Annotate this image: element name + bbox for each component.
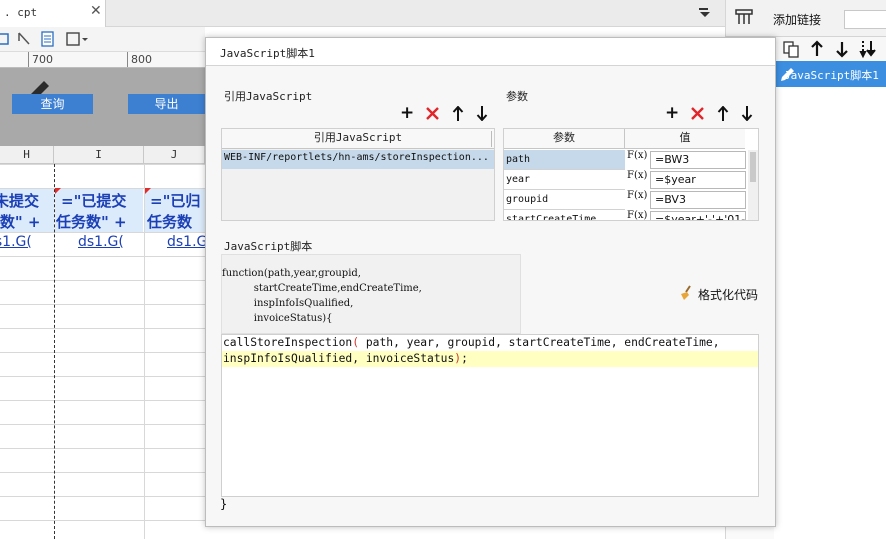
- param-move-down-button[interactable]: [741, 106, 753, 124]
- param-name-path[interactable]: path: [504, 150, 625, 170]
- params-header-value: 值: [625, 129, 745, 149]
- form-icon[interactable]: [40, 31, 56, 47]
- param-value-path[interactable]: =BW3: [650, 151, 746, 169]
- tab-menu-icon[interactable]: [698, 6, 712, 23]
- query-button[interactable]: 查询: [12, 94, 93, 114]
- ref-move-up-button[interactable]: [452, 105, 464, 124]
- cell-i-row2[interactable]: 任务数" +: [56, 211, 127, 232]
- formula-icon[interactable]: F(x): [627, 210, 647, 220]
- cell-i-row3[interactable]: ds1.G(: [78, 234, 124, 250]
- ruler-label: 800: [131, 53, 152, 66]
- hyperlink-panel-title: 添加链接: [773, 13, 822, 27]
- file-tab-label: . cpt: [4, 6, 38, 19]
- close-icon[interactable]: ✕: [90, 3, 102, 19]
- column-header-h[interactable]: H: [0, 146, 54, 164]
- broom-icon: [681, 285, 691, 300]
- file-tab[interactable]: . cpt ✕: [0, 0, 106, 27]
- arrow-up-icon[interactable]: [809, 40, 825, 61]
- script-section-label: JavaScript脚本: [224, 240, 313, 253]
- designer-window: . cpt ✕ 700 800 查询 导出 H I J 未提交 ="已提交 ="…: [0, 0, 886, 539]
- pointer-icon[interactable]: [16, 31, 32, 47]
- ref-js-section-label: 引用JavaScript: [224, 90, 313, 103]
- params-header-name: 参数: [504, 129, 625, 149]
- ref-delete-button[interactable]: [425, 106, 440, 124]
- edit-icon[interactable]: [779, 65, 797, 86]
- parameter-widget-bar: 查询 导出: [0, 68, 205, 146]
- formula-icon[interactable]: F(x): [627, 170, 647, 181]
- ref-js-table-header: 引用JavaScript: [222, 129, 494, 149]
- tab-strip: . cpt ✕: [0, 0, 725, 27]
- param-value-year[interactable]: =$year: [650, 171, 746, 189]
- param-name-startcreatetime[interactable]: startCreateTime: [504, 210, 625, 220]
- function-signature: function(path,year,groupid, startCreateT…: [222, 268, 422, 324]
- ref-add-button[interactable]: +: [400, 105, 414, 122]
- copy-icon[interactable]: [782, 40, 800, 61]
- spreadsheet[interactable]: H I J 未提交 ="已提交 ="已归 "数" + 任务数" + 任务数 ds…: [0, 146, 213, 539]
- closing-brace: }: [220, 497, 228, 511]
- hyperlink-list-item-label: JavaScript脚本1: [784, 69, 879, 82]
- param-name-year[interactable]: year: [504, 170, 625, 190]
- hyperlink-search-input[interactable]: [844, 10, 886, 29]
- hyperlink-panel-icon[interactable]: [735, 9, 753, 30]
- cell-h-row3[interactable]: ds1.G(: [0, 234, 32, 250]
- ref-js-path: WEB-INF/reportlets/hn-ams/storeInspectio…: [224, 152, 489, 163]
- cell-j-row1[interactable]: ="已归: [150, 190, 200, 211]
- toolbar: [0, 27, 205, 52]
- code-line-1: callStoreInspection( path, year, groupid…: [223, 336, 720, 349]
- format-code-label: 格式化代码: [698, 288, 759, 302]
- formula-icon[interactable]: F(x): [627, 190, 647, 201]
- param-move-up-button[interactable]: [717, 105, 729, 124]
- border-icon[interactable]: [66, 31, 90, 47]
- column-header-i[interactable]: I: [54, 146, 144, 164]
- param-value-startcreatetime[interactable]: =$year+'-'+'01-01': [650, 211, 746, 220]
- move-to-bottom-icon[interactable]: [859, 39, 877, 62]
- javascript-dialog: JavaScript脚本1 引用JavaScript + 引用JavaScrip…: [205, 37, 776, 527]
- ruler-label: 700: [32, 53, 53, 66]
- dialog-title: JavaScript脚本1: [220, 47, 315, 60]
- hyperlink-panel-header: 添加链接: [726, 0, 886, 37]
- export-button[interactable]: 导出: [128, 94, 205, 114]
- param-delete-button[interactable]: [690, 106, 705, 124]
- ref-js-table: 引用JavaScript WEB-INF/reportlets/hn-ams/s…: [221, 128, 495, 221]
- cell-j-row2[interactable]: 任务数: [147, 211, 192, 232]
- ref-js-row[interactable]: WEB-INF/reportlets/hn-ams/storeInspectio…: [222, 150, 494, 169]
- dialog-title-bar: JavaScript脚本1: [206, 38, 775, 66]
- params-section-label: 参数: [506, 90, 528, 103]
- ref-move-down-button[interactable]: [476, 106, 488, 124]
- code-editor[interactable]: callStoreInspection( path, year, groupid…: [221, 334, 759, 497]
- param-add-button[interactable]: +: [665, 105, 679, 122]
- ruler: 700 800: [0, 52, 205, 68]
- params-table: 参数 值 path year groupid startCreateTime F…: [503, 128, 759, 221]
- formula-icon[interactable]: F(x): [627, 150, 647, 161]
- column-header-j[interactable]: J: [144, 146, 205, 164]
- arrow-down-icon[interactable]: [834, 40, 850, 61]
- param-name-groupid[interactable]: groupid: [504, 190, 625, 210]
- cell-i-row1[interactable]: ="已提交: [61, 190, 126, 211]
- param-value-groupid[interactable]: =BV3: [650, 191, 746, 209]
- params-scrollbar[interactable]: [748, 150, 758, 220]
- cell-h-row2[interactable]: "数" +: [0, 211, 40, 232]
- cell-h-row1[interactable]: 未提交: [0, 190, 39, 211]
- code-line-2: inspInfoIsQualified, invoiceStatus);: [222, 351, 758, 367]
- window-icon[interactable]: [0, 31, 12, 47]
